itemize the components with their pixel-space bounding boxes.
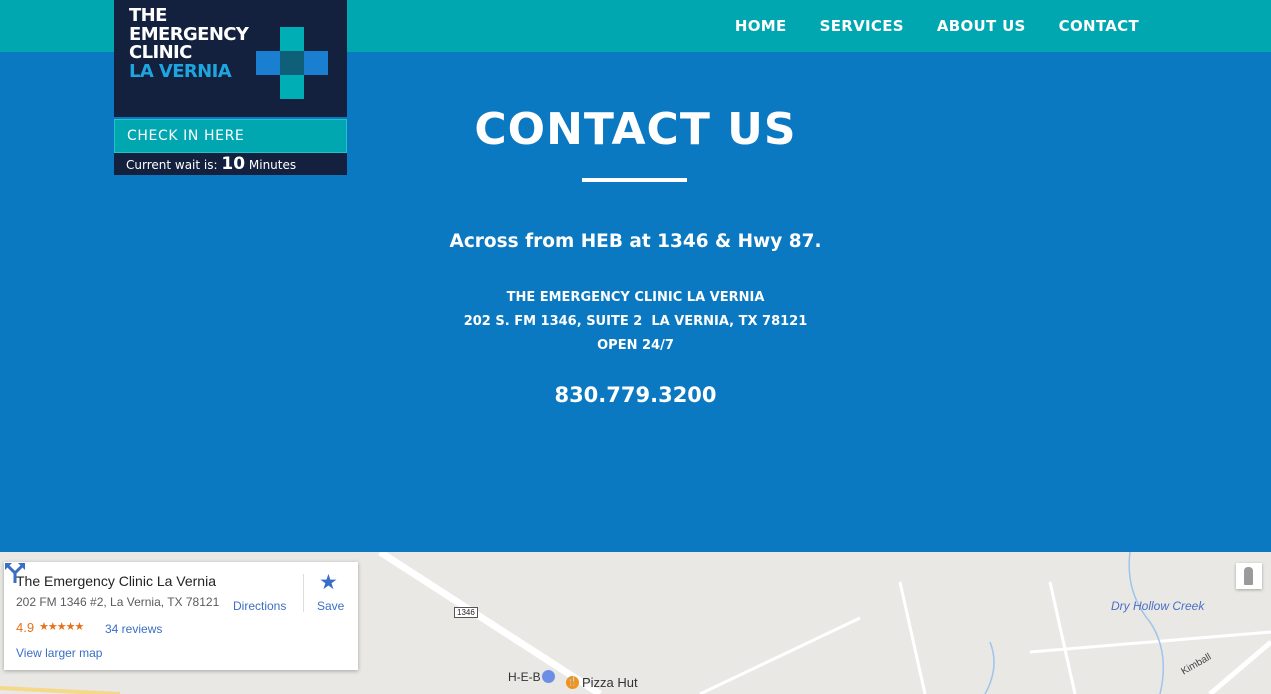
main-nav: HOME SERVICES ABOUT US CONTACT (735, 0, 1139, 52)
title-underline (582, 178, 687, 182)
route-1346-badge: 1346 (454, 607, 478, 618)
map-label-heb[interactable]: H-E-B (508, 670, 541, 684)
creek-line (1128, 552, 1165, 694)
embedded-map[interactable]: 1346 H-E-B 🍴 Pizza Hut Dry Hollow Creek … (0, 552, 1271, 694)
nav-about-us[interactable]: ABOUT US (937, 17, 1026, 35)
nav-contact[interactable]: CONTACT (1059, 17, 1139, 35)
directions-button[interactable]: Directions (233, 599, 286, 613)
heb-pin-icon[interactable] (542, 670, 555, 683)
clinic-phone[interactable]: 830.779.3200 (0, 383, 1271, 407)
road-minor-4 (1208, 640, 1271, 694)
map-place-card: The Emergency Clinic La Vernia 202 FM 13… (4, 562, 358, 670)
place-rating: 4.9 (16, 620, 35, 635)
nav-home[interactable]: HOME (735, 17, 787, 35)
save-star-icon[interactable]: ★ (319, 570, 338, 595)
save-button[interactable]: Save (317, 599, 344, 613)
place-address: 202 FM 1346 #2, La Vernia, TX 78121 (16, 595, 220, 609)
road-fm1346 (378, 552, 602, 694)
logo-line-3: CLINIC (129, 42, 192, 63)
logo-text: THE EMERGENCY CLINIC LA VERNIA (129, 5, 249, 82)
clinic-address: 202 S. FM 1346, SUITE 2 LA VERNIA, TX 78… (463, 314, 808, 329)
clinic-hours: OPEN 24/7 (597, 338, 674, 353)
clinic-name: THE EMERGENCY CLINIC LA VERNIA (506, 290, 765, 305)
restaurant-pin-icon[interactable]: 🍴 (566, 676, 579, 689)
pegman-icon[interactable] (1236, 563, 1262, 589)
logo-line-4: LA VERNIA (129, 60, 232, 82)
reviews-link[interactable]: 34 reviews (105, 622, 162, 636)
location-note: Across from HEB at 1346 & Hwy 87. (449, 231, 822, 252)
site-logo[interactable]: THE EMERGENCY CLINIC LA VERNIA (114, 0, 347, 117)
road-minor-1 (699, 616, 861, 694)
road-minor-3 (1048, 581, 1077, 694)
place-name: The Emergency Clinic La Vernia (16, 573, 216, 589)
rating-stars-icon: ★★★★★ (39, 621, 84, 633)
wait-unit: Minutes (248, 158, 297, 172)
wait-time: Current wait is: 10 Minutes (114, 153, 347, 175)
highway-87 (0, 686, 121, 694)
logo-line-1: THE (129, 5, 167, 26)
logo-cross-center (280, 51, 304, 75)
creek-line-2 (984, 641, 995, 694)
page-title: CONTACT US (474, 104, 797, 155)
directions-icon[interactable] (4, 562, 26, 584)
map-label-creek: Dry Hollow Creek (1111, 599, 1205, 613)
wait-value: 10 (221, 154, 246, 174)
road-kimball (1029, 630, 1271, 654)
map-label-pizza-hut[interactable]: Pizza Hut (582, 675, 638, 690)
view-larger-map-link[interactable]: View larger map (16, 646, 102, 660)
card-divider (303, 574, 304, 612)
wait-prefix: Current wait is: (126, 158, 218, 172)
road-minor-2 (898, 581, 927, 694)
nav-services[interactable]: SERVICES (820, 17, 904, 35)
